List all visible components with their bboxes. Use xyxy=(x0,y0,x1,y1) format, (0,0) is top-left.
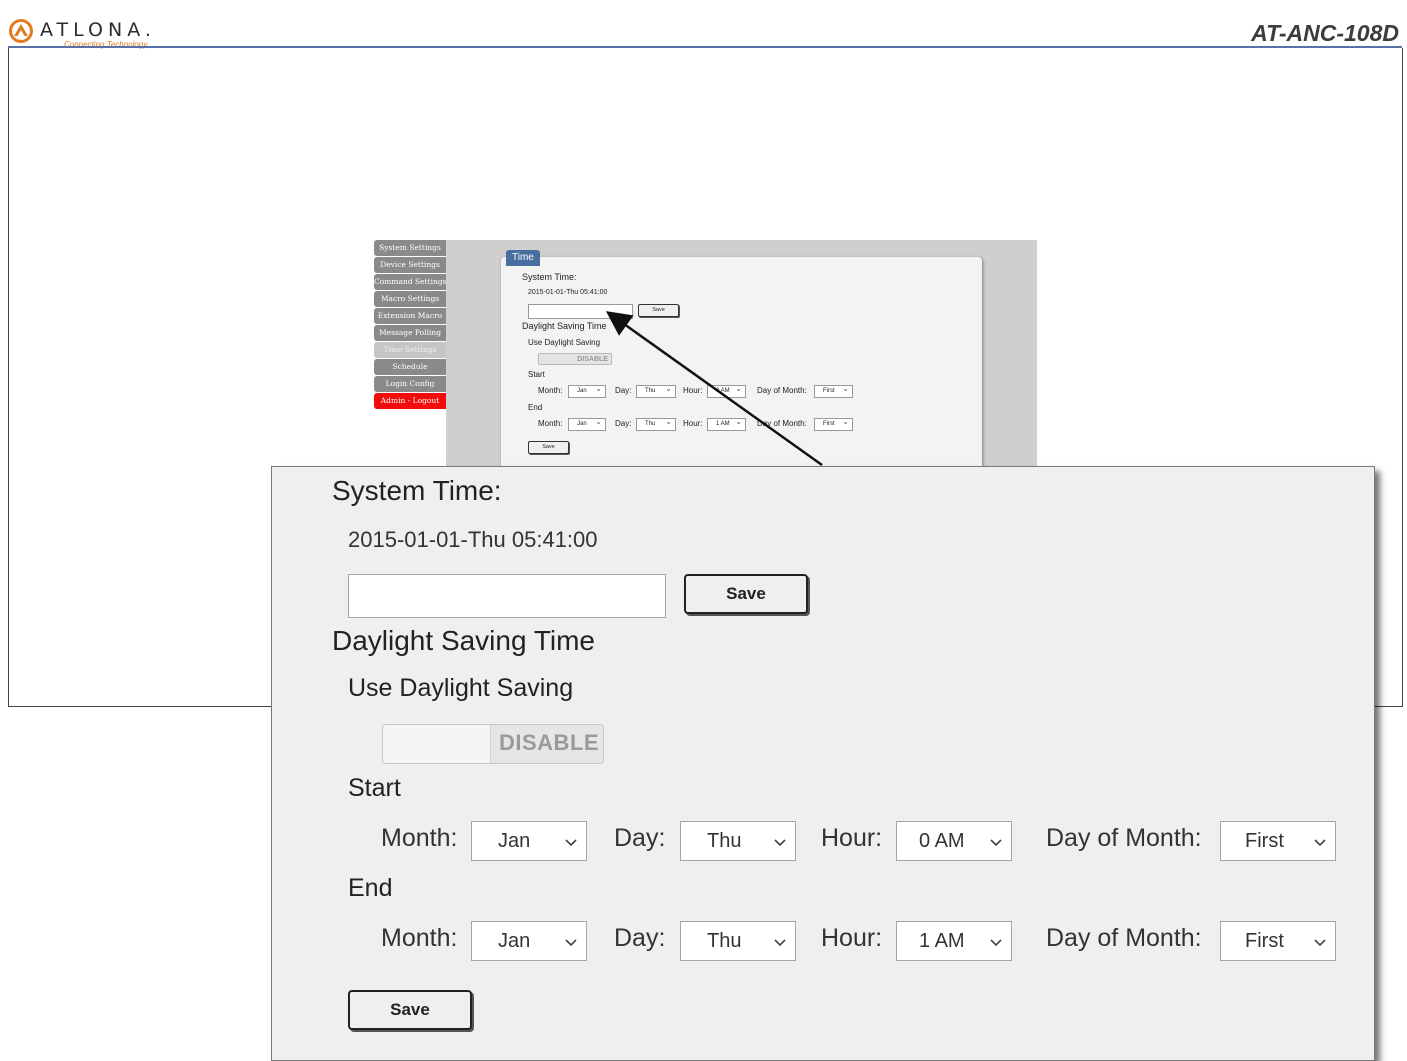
mini-end-hour-select[interactable]: 1 AM xyxy=(707,416,746,431)
sidebar: System Settings Device Settings Command … xyxy=(374,240,446,410)
end-day-value: Thu xyxy=(707,930,742,952)
brand: ATLONA. Connecting Technology xyxy=(8,19,156,49)
sidebar-item-schedule[interactable]: Schedule xyxy=(374,359,446,375)
dst-toggle-knob[interactable] xyxy=(383,725,491,763)
end-dom-value: First xyxy=(1245,930,1284,952)
mini-end-day-select[interactable]: Thu xyxy=(636,416,676,431)
mini-screenshot: System Settings Device Settings Command … xyxy=(374,240,1037,470)
mini-end-month-select[interactable]: Jan xyxy=(568,416,606,431)
sidebar-item-logout[interactable]: Admin - Logout xyxy=(374,393,446,409)
sidebar-item-time-settings[interactable]: Time Settings xyxy=(374,342,446,358)
use-dst-label: Use Daylight Saving xyxy=(348,674,574,702)
chevron-down-icon xyxy=(774,939,786,947)
start-hour-value: 0 AM xyxy=(919,830,965,852)
end-hour-select[interactable]: 1 AM xyxy=(896,921,1012,961)
sidebar-item-command-settings[interactable]: Command Settings xyxy=(374,274,446,290)
dst-toggle-state: DISABLE xyxy=(499,730,600,755)
chevron-down-icon xyxy=(774,839,786,847)
start-hour-select[interactable]: 0 AM xyxy=(896,821,1012,861)
chevron-down-icon xyxy=(565,839,577,847)
sidebar-item-device-settings[interactable]: Device Settings xyxy=(374,257,446,273)
system-time-value: 2015-01-01-Thu 05:41:00 xyxy=(348,527,598,552)
end-day-label: Day: xyxy=(614,924,666,952)
mini-end-dom-select[interactable]: First xyxy=(814,416,853,431)
mini-use-dst-label: Use Daylight Saving xyxy=(528,338,601,347)
start-day-value: Thu xyxy=(707,830,742,852)
mini-dst-toggle-state: DISABLE xyxy=(577,356,608,363)
mini-start-month-select[interactable]: Jan xyxy=(568,383,606,398)
end-month-label: Month: xyxy=(381,924,458,952)
end-month-select[interactable]: Jan xyxy=(471,921,587,961)
mini-start-day-label: Day: xyxy=(615,386,632,395)
mini-end-label: End xyxy=(528,403,543,412)
chevron-down-icon xyxy=(565,939,577,947)
mini-start-day-select[interactable]: Thu xyxy=(636,383,676,398)
start-label: Start xyxy=(348,774,401,802)
start-dom-value: First xyxy=(1245,830,1284,852)
mini-end-month-label: Month: xyxy=(538,419,563,428)
system-time-label: System Time: xyxy=(332,475,502,506)
mini-start-dom-label: Day of Month: xyxy=(757,386,807,395)
end-dom-select[interactable]: First xyxy=(1220,921,1336,961)
time-save-button[interactable]: Save xyxy=(684,574,808,614)
end-hour-value: 1 AM xyxy=(919,930,965,952)
end-day-select[interactable]: Thu xyxy=(680,921,796,961)
mini-time-save-button[interactable]: Save xyxy=(638,304,679,317)
sidebar-item-login-config[interactable]: Login Config xyxy=(374,376,446,392)
zoom-callout: System Time: 2015-01-01-Thu 05:41:00 Sav… xyxy=(271,466,1375,1061)
mini-end-dom-label: Day of Month: xyxy=(757,419,807,428)
start-hour-label: Hour: xyxy=(821,824,883,852)
dst-save-button[interactable]: Save xyxy=(348,990,472,1030)
mini-system-time-value: 2015-01-01-Thu 05:41:00 xyxy=(528,289,608,296)
mini-dst-toggle[interactable]: DISABLE xyxy=(538,353,612,365)
mini-dst-save-button[interactable]: Save xyxy=(528,441,569,454)
brand-name: ATLONA. xyxy=(40,19,156,41)
start-month-select[interactable]: Jan xyxy=(471,821,587,861)
dst-heading: Daylight Saving Time xyxy=(332,625,596,656)
start-day-label: Day: xyxy=(614,824,666,852)
sidebar-item-macro-settings[interactable]: Macro Settings xyxy=(374,291,446,307)
time-input[interactable] xyxy=(348,574,666,618)
end-hour-label: Hour: xyxy=(821,924,883,952)
end-month-value: Jan xyxy=(498,930,531,952)
mini-dst-heading: Daylight Saving Time xyxy=(522,321,607,331)
tab-time[interactable]: Time xyxy=(506,250,540,266)
sidebar-item-extension-macro[interactable]: Extension Macro xyxy=(374,308,446,324)
mini-time-input[interactable] xyxy=(528,304,633,319)
mini-start-month-label: Month: xyxy=(538,386,563,395)
chevron-down-icon xyxy=(1314,839,1326,847)
chevron-down-icon xyxy=(1314,939,1326,947)
mini-end-day-label: Day: xyxy=(615,419,632,428)
chevron-down-icon xyxy=(990,839,1002,847)
mini-start-label: Start xyxy=(528,370,545,379)
end-label: End xyxy=(348,874,393,902)
brand-text: ATLONA. Connecting Technology xyxy=(40,20,156,49)
start-day-select[interactable]: Thu xyxy=(680,821,796,861)
start-month-value: Jan xyxy=(498,830,531,852)
start-dom-label: Day of Month: xyxy=(1046,824,1202,852)
end-dom-label: Day of Month: xyxy=(1046,924,1202,952)
mini-system-time-label: System Time: xyxy=(522,272,577,282)
start-month-label: Month: xyxy=(381,824,458,852)
mini-end-hour-label: Hour: xyxy=(683,419,703,428)
start-dom-select[interactable]: First xyxy=(1220,821,1336,861)
model-name: AT-ANC-108D xyxy=(1251,20,1399,46)
mini-start-hour-select[interactable]: 0 AM xyxy=(707,383,746,398)
sidebar-item-message-polling[interactable]: Message Polling xyxy=(374,325,446,341)
mini-start-dom-select[interactable]: First xyxy=(814,383,853,398)
chevron-down-icon xyxy=(990,939,1002,947)
sidebar-item-system-settings[interactable]: System Settings xyxy=(374,240,446,256)
atlona-logo-icon xyxy=(9,19,33,43)
dst-toggle[interactable]: DISABLE xyxy=(382,724,604,764)
mini-start-hour-label: Hour: xyxy=(683,386,703,395)
